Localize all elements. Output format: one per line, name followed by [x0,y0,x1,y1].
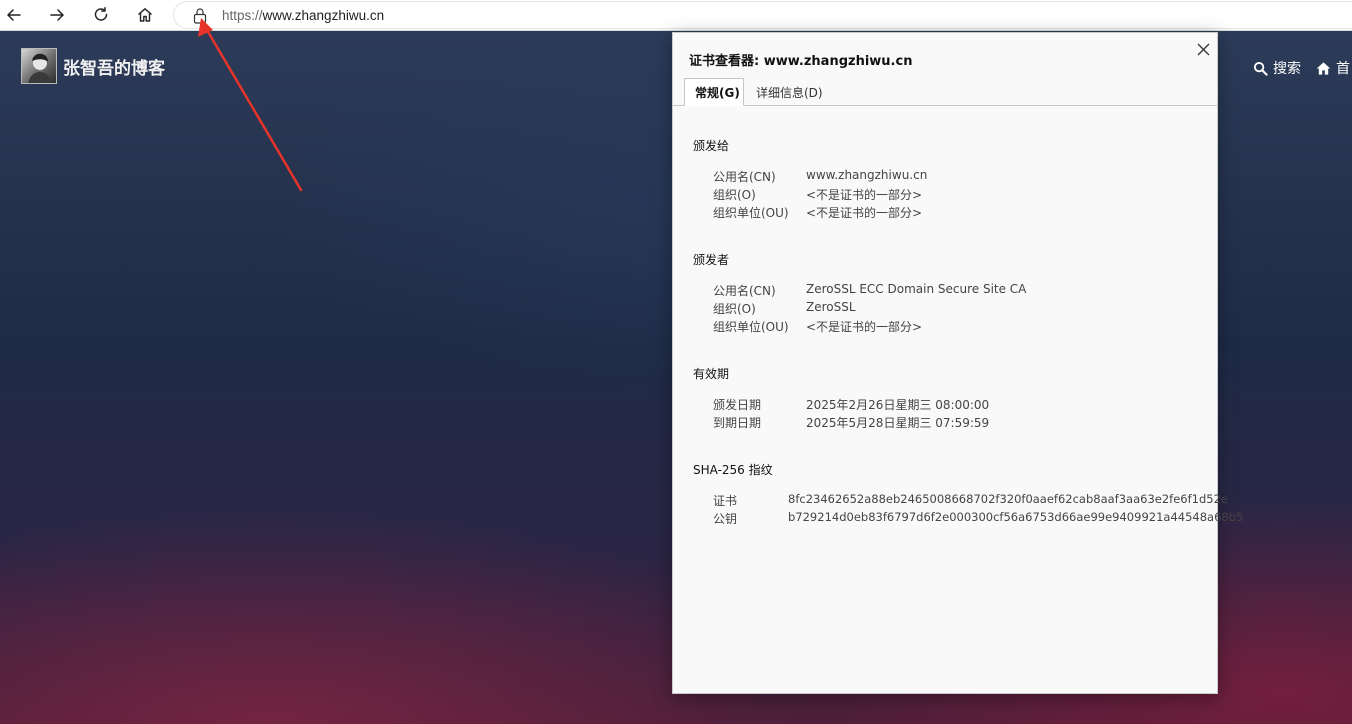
url-host: www.zhangzhiwu.cn [262,8,385,23]
field-value: 2025年2月26日星期三 08:00:00 [806,398,990,412]
issued-to-heading: 颁发给 [693,139,730,153]
tab-bar: 常规(G) 详细信息(D) [673,78,1217,106]
arrow-right-icon [50,9,64,21]
field-key: 组织(O) [713,188,756,202]
field-key: 公用名(CN) [713,284,776,298]
refresh-icon [94,7,108,21]
forward-button[interactable] [44,3,70,27]
field-value: 2025年5月28日星期三 07:59:59 [806,416,990,430]
back-button[interactable] [1,3,27,27]
field-key: 证书 [713,494,738,508]
field-value: 8fc23462652a88eb2465008668702f320f0aaef6… [788,492,1228,506]
site-title[interactable]: 张智吾的博客 [63,54,165,79]
site-avatar[interactable] [21,48,57,84]
validity-heading: 有效期 [693,367,730,381]
field-key: 颁发日期 [713,398,762,412]
nav-search[interactable]: 搜索 [1253,58,1301,78]
field-key: 组织单位(OU) [713,320,789,334]
nav-search-label: 搜索 [1273,61,1301,77]
field-key: 到期日期 [713,416,762,430]
field-value: b729214d0eb83f6797d6f2e000300cf56a6753d6… [788,510,1244,524]
field-value: <不是证书的一部分> [806,206,923,220]
home-icon [1316,61,1331,75]
issued-by-heading: 颁发者 [693,253,730,267]
home-button[interactable] [132,3,158,27]
address-bar[interactable]: https://www.zhangzhiwu.cn [173,1,1352,29]
dialog-title: 证书查看器: www.zhangzhiwu.cn [689,54,913,69]
avatar-image-icon [28,53,52,83]
nav-home-label: 首 [1336,61,1350,77]
close-button[interactable] [1193,39,1213,59]
tab-general[interactable]: 常规(G) [684,78,744,106]
certificate-viewer-dialog: 证书查看器: www.zhangzhiwu.cn 常规(G) 详细信息(D) 颁… [672,32,1243,694]
tab-details[interactable]: 详细信息(D) [746,78,833,106]
field-value: www.zhangzhiwu.cn [806,168,928,182]
field-key: 公用名(CN) [713,170,776,184]
field-value: <不是证书的一部分> [806,320,923,334]
search-icon [1253,61,1268,76]
nav-home[interactable]: 首 [1316,58,1350,78]
field-value: ZeroSSL ECC Domain Secure Site CA [806,282,1027,296]
browser-toolbar: https://www.zhangzhiwu.cn [0,0,1352,31]
field-key: 组织(O) [713,302,756,316]
home-icon [138,8,152,22]
fingerprint-heading: SHA-256 指纹 [693,463,773,477]
arrow-left-icon [7,9,21,21]
field-key: 组织单位(OU) [713,206,789,220]
close-icon [1197,43,1209,55]
field-key: 公钥 [713,512,738,526]
field-value: ZeroSSL [806,300,856,314]
refresh-button[interactable] [88,3,114,27]
url-protocol: https:// [222,8,263,23]
url-text[interactable]: https://www.zhangzhiwu.cn [222,8,384,23]
field-value: <不是证书的一部分> [806,188,923,202]
lock-icon[interactable] [192,7,208,24]
